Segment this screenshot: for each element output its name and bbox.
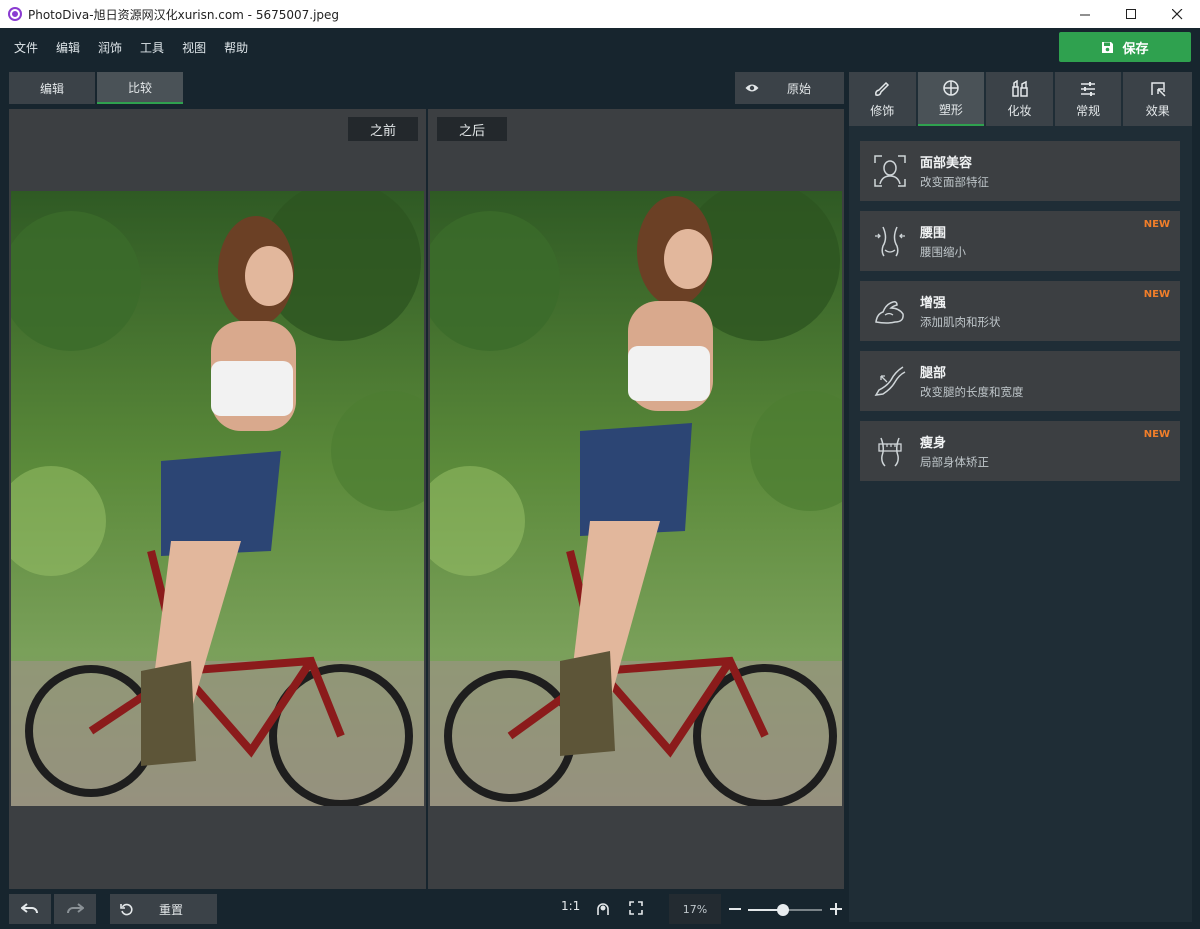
before-label: 之前 [348,117,418,141]
reset-button[interactable]: 重置 [110,894,217,924]
slim-icon [878,437,902,467]
view-tabs: 编辑 比较 [9,72,185,104]
title-bar: PhotoDiva-旭日资源网汉化xurisn.com - 5675007.jp… [0,0,1200,28]
waist-icon [875,226,905,257]
menu-view[interactable]: 视图 [182,39,206,56]
original-button[interactable]: 原始 [735,72,844,104]
menu-edit[interactable]: 编辑 [56,39,80,56]
menu-retouch[interactable]: 润饰 [98,39,122,56]
undo-icon [21,903,38,914]
tab-general-label: 常规 [1076,103,1101,118]
close-button[interactable] [1154,0,1200,28]
feature-enhance[interactable]: 增强 添加肌肉和形状 NEW [860,281,1180,341]
right-panel: 修饰 塑形 化妆 常规 效果 面部美容 改变面部特征 腰围 腰围缩小 NEW 增… [849,72,1193,922]
feature-subtitle: 添加肌肉和形状 [920,315,1001,329]
tab-retouch-label: 修饰 [870,103,895,118]
before-panel: 之前 [9,109,426,889]
menu-help[interactable]: 帮助 [224,39,248,56]
reshape-icon [943,79,959,96]
effects-icon [1150,81,1166,97]
tab-makeup-label: 化妆 [1007,103,1032,118]
feature-subtitle: 腰围缩小 [920,245,966,259]
app-logo-icon [8,7,22,21]
fit-person-icon[interactable] [596,902,610,916]
undo-button[interactable] [9,894,51,924]
tab-reshape-label: 塑形 [938,102,963,117]
redo-button[interactable] [54,894,96,924]
tab-reshape[interactable]: 塑形 [917,72,985,126]
new-badge: NEW [1143,219,1170,230]
close-icon [1171,8,1182,19]
feature-title: 增强 [920,296,947,311]
feature-slimming[interactable]: 瘦身 局部身体矫正 NEW [860,421,1180,481]
leg-icon [874,366,906,396]
tab-retouch[interactable]: 修饰 [849,72,916,126]
sliders-icon [1081,81,1096,96]
before-photo [11,191,424,806]
tab-makeup[interactable]: 化妆 [986,72,1053,126]
zoom-in-icon[interactable] [830,903,842,915]
reset-icon [120,903,133,915]
window-title: PhotoDiva-旭日资源网汉化xurisn.com - 5675007.jp… [28,7,340,22]
menu-file[interactable]: 文件 [14,39,38,56]
new-badge: NEW [1143,289,1170,300]
floppy-icon [1102,41,1114,53]
save-button-label: 保存 [1122,41,1149,57]
maximize-icon [1125,8,1136,19]
feature-waist[interactable]: 腰围 腰围缩小 NEW [860,211,1180,271]
tab-compare[interactable]: 比较 [97,72,183,104]
reset-button-label: 重置 [159,902,184,917]
maximize-button[interactable] [1108,0,1154,28]
muscle-icon [875,301,904,324]
face-icon [874,155,906,187]
bottom-toolbar: 重置 1:1 17% [0,890,848,929]
zoom-slider[interactable] [748,904,822,916]
minimize-button[interactable] [1062,0,1108,28]
feature-subtitle: 改变面部特征 [920,175,989,189]
feature-title: 腿部 [920,366,947,381]
makeup-icon [1011,79,1028,97]
feature-title: 面部美容 [920,156,973,171]
feature-title: 腰围 [920,226,947,241]
zoom-level-display[interactable]: 17% [669,894,721,924]
menu-bar: 文件 编辑 润饰 工具 视图 帮助 保存 [0,28,1200,66]
tab-effects-label: 效果 [1145,103,1170,118]
tab-general[interactable]: 常规 [1054,72,1122,126]
eye-icon [745,84,759,92]
save-button[interactable]: 保存 [1059,32,1191,62]
tool-tabs: 修饰 塑形 化妆 常规 效果 [849,72,1193,126]
feature-subtitle: 局部身体矫正 [920,455,989,469]
fullscreen-icon[interactable] [629,901,643,915]
menu-tools[interactable]: 工具 [140,39,164,56]
after-panel: 之后 [428,109,844,889]
actual-size-button[interactable]: 1:1 [561,899,580,913]
brush-icon [875,81,890,96]
tab-edit[interactable]: 编辑 [9,72,95,104]
feature-subtitle: 改变腿的长度和宽度 [920,385,1024,399]
feature-title: 瘦身 [920,436,947,451]
feature-legs[interactable]: 腿部 改变腿的长度和宽度 [860,351,1180,411]
minimize-icon [1079,14,1090,15]
new-badge: NEW [1143,429,1170,440]
after-photo-image [430,191,842,806]
original-button-label: 原始 [787,81,812,96]
feature-face-beauty[interactable]: 面部美容 改变面部特征 [860,141,1180,201]
before-photo-image [11,191,424,806]
zoom-out-icon[interactable] [729,903,741,915]
redo-icon [67,903,84,914]
tab-effects[interactable]: 效果 [1123,72,1193,126]
zoom-slider-knob[interactable] [776,904,789,916]
after-photo [430,191,842,806]
after-label: 之后 [437,117,507,141]
